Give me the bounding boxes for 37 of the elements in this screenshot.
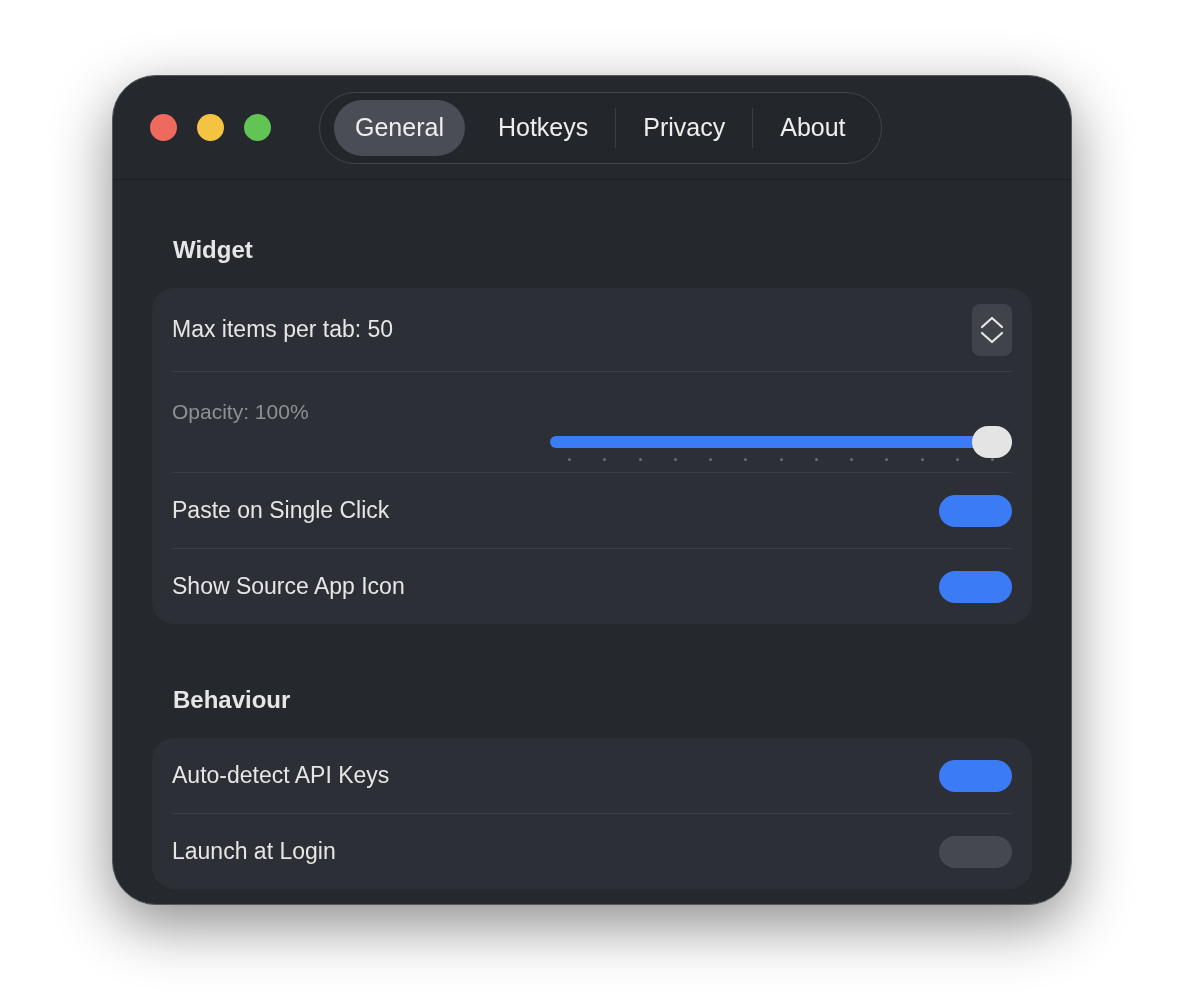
setting-label: Launch at Login	[172, 837, 336, 867]
tick-mark	[709, 457, 712, 461]
slider-thumb[interactable]	[972, 425, 1012, 458]
tick-mark	[850, 457, 853, 461]
setting-label: Auto-detect API Keys	[172, 761, 390, 791]
tab[interactable]: Hotkeys	[476, 99, 610, 156]
tick-mark	[568, 457, 571, 461]
toggle-switch[interactable]	[939, 759, 1012, 792]
tick-mark	[814, 457, 818, 461]
stepper-control[interactable]	[972, 303, 1012, 356]
tick-mark	[673, 457, 677, 461]
setting-label: Paste on Single Click	[172, 496, 390, 526]
tick-mark	[638, 457, 642, 461]
section-heading: Widget	[172, 235, 254, 265]
section-heading: Behaviour	[172, 685, 292, 715]
close-button[interactable]	[150, 114, 177, 141]
tick-mark	[920, 457, 924, 461]
tab[interactable]: Privacy	[622, 99, 747, 156]
tab[interactable]: General	[334, 99, 465, 156]
setting-label: Show Source App Icon	[172, 572, 405, 602]
setting-label: Max items per tab: 50	[172, 315, 394, 345]
tick-mark	[885, 457, 889, 461]
chevron-up-icon[interactable]	[980, 314, 1004, 329]
minimize-button[interactable]	[197, 114, 224, 141]
tick-mark	[991, 457, 994, 461]
setting-label: Opacity: 100%	[172, 399, 310, 425]
zoom-button[interactable]	[244, 114, 271, 141]
tick-mark	[779, 457, 783, 461]
slider[interactable]	[550, 425, 1012, 458]
tick-mark	[744, 457, 748, 461]
tick-mark	[603, 457, 607, 461]
tick-mark	[955, 457, 959, 461]
toggle-switch[interactable]	[939, 494, 1012, 527]
tab[interactable]: About	[759, 99, 867, 156]
chevron-down-icon[interactable]	[980, 330, 1004, 345]
toggle-switch[interactable]	[939, 570, 1012, 603]
toggle-switch[interactable]	[939, 835, 1012, 868]
